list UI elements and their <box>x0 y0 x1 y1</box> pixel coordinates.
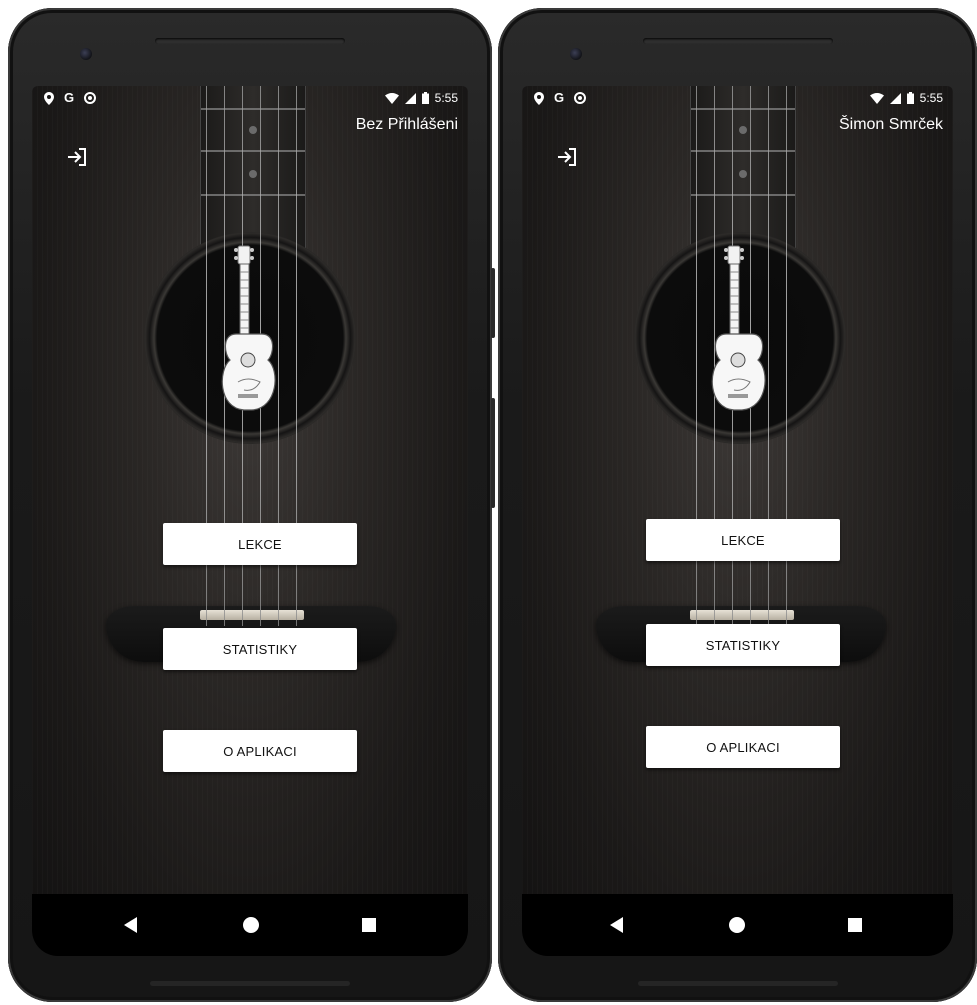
location-icon <box>534 91 544 105</box>
sync-icon <box>84 92 97 104</box>
about-app-button[interactable]: O APLIKACI <box>163 730 357 772</box>
power-button <box>491 398 495 508</box>
back-icon[interactable] <box>116 910 146 940</box>
google-icon: G <box>64 90 75 105</box>
bottom-speaker <box>150 981 350 986</box>
user-name-label: Bez Přihlášeni <box>355 116 458 133</box>
phone-device-left: G 5:55 Bez Přihlášeni LEKCE STATISTIKY O… <box>8 8 495 1002</box>
google-icon: G <box>554 90 565 105</box>
about-app-button[interactable]: O APLIKACI <box>646 726 840 768</box>
status-notifications: G <box>44 90 97 105</box>
volume-button <box>491 268 495 338</box>
earpiece-speaker <box>642 38 833 44</box>
app-screen: G 5:55 Šimon Smrček LEKCE STATISTIKY O A… <box>522 86 953 956</box>
user-name-label: Šimon Smrček <box>838 116 943 133</box>
battery-icon <box>906 92 914 104</box>
overview-icon[interactable] <box>840 910 870 940</box>
signal-icon <box>404 92 416 104</box>
comparison-stage: G 5:55 Bez Přihlášeni LEKCE STATISTIKY O… <box>0 0 977 1005</box>
front-camera <box>80 48 92 60</box>
lessons-button[interactable]: LEKCE <box>646 519 840 561</box>
bottom-speaker <box>637 981 838 986</box>
status-system: 5:55 <box>869 91 943 105</box>
phone-device-right: G 5:55 Šimon Smrček LEKCE STATISTIKY O A… <box>498 8 977 1002</box>
app-screen: G 5:55 Bez Přihlášeni LEKCE STATISTIKY O… <box>32 86 468 956</box>
sync-icon <box>574 92 587 104</box>
status-system: 5:55 <box>384 91 458 105</box>
home-icon[interactable] <box>722 910 752 940</box>
earpiece-speaker <box>155 38 345 44</box>
clock-time: 5:55 <box>919 91 943 105</box>
system-navigation-bar <box>32 894 468 956</box>
location-icon <box>44 91 54 105</box>
system-navigation-bar <box>522 894 953 956</box>
overview-icon[interactable] <box>354 910 384 940</box>
wifi-icon <box>384 92 399 104</box>
status-notifications: G <box>534 90 587 105</box>
statistics-button[interactable]: STATISTIKY <box>646 624 840 666</box>
home-icon[interactable] <box>236 910 266 940</box>
wifi-icon <box>869 92 884 104</box>
login-icon[interactable] <box>556 146 578 168</box>
login-icon[interactable] <box>66 146 88 168</box>
signal-icon <box>889 92 901 104</box>
lessons-button[interactable]: LEKCE <box>163 523 357 565</box>
back-icon[interactable] <box>602 910 632 940</box>
battery-icon <box>421 92 429 104</box>
guitar-logo-icon <box>711 245 766 411</box>
statistics-button[interactable]: STATISTIKY <box>163 628 357 670</box>
front-camera <box>570 48 582 60</box>
clock-time: 5:55 <box>434 91 458 105</box>
guitar-logo-icon <box>221 245 276 411</box>
